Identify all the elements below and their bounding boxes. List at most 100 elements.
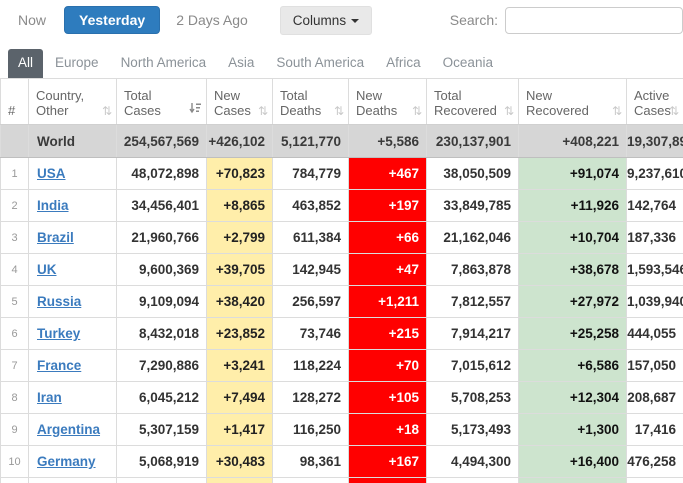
cell-active-cases: 476,258 [627, 446, 683, 478]
cell-new-deaths: +467 [349, 158, 427, 190]
cell-total-recovered: 21,162,046 [427, 222, 519, 254]
tab-africa[interactable]: Africa [376, 49, 431, 78]
cell-new-deaths: +105 [349, 382, 427, 414]
search-group: Search: [450, 7, 683, 34]
table-row-india: 2India34,456,401+8,865463,852+19733,849,… [1, 190, 683, 222]
cell-new-recovered: +27,972 [519, 286, 627, 318]
two-days-ago-button[interactable]: 2 Days Ago [176, 12, 248, 28]
sort-toggle-icon: ⇅ [612, 104, 622, 118]
country-link[interactable]: Argentina [37, 422, 100, 437]
cell-new-deaths: +18 [349, 414, 427, 446]
cell-rank: 7 [1, 350, 29, 382]
cell-total-recovered: 4,494,300 [427, 446, 519, 478]
cell-country: Argentina [29, 414, 117, 446]
country-link[interactable]: Iran [37, 390, 62, 405]
columns-dropdown-button[interactable]: Columns [280, 6, 372, 35]
search-input[interactable] [505, 7, 683, 34]
cell-new-cases: +23,852 [207, 318, 273, 350]
table-header: #Country,Other⇅TotalCasesNewCases⇅TotalD… [1, 79, 683, 125]
cell-active-cases: 1,593,546 [627, 254, 683, 286]
cell-new-recovered: +91,074 [519, 158, 627, 190]
cell-total-deaths: 784,779 [273, 158, 349, 190]
world-cell-total-recovered: 230,137,901 [427, 125, 519, 158]
table-row-brazil: 3Brazil21,960,766+2,799611,384+6621,162,… [1, 222, 683, 254]
col-header-country[interactable]: Country,Other⇅ [29, 79, 117, 125]
cell-total-deaths: 73,746 [273, 318, 349, 350]
cell-rank: 2 [1, 190, 29, 222]
header-row: #Country,Other⇅TotalCasesNewCases⇅TotalD… [1, 79, 683, 125]
partial-cell [273, 478, 349, 483]
cell-total-recovered: 7,914,217 [427, 318, 519, 350]
cell-active-cases: 157,050 [627, 350, 683, 382]
cell-new-deaths: +167 [349, 446, 427, 478]
cell-rank: 1 [1, 158, 29, 190]
cell-total-recovered: 38,050,509 [427, 158, 519, 190]
col-header-total-deaths[interactable]: TotalDeaths⇅ [273, 79, 349, 125]
cell-rank: 9 [1, 414, 29, 446]
cell-rank: 6 [1, 318, 29, 350]
cell-total-deaths: 611,384 [273, 222, 349, 254]
tab-europe[interactable]: Europe [45, 49, 109, 78]
partial-cell [627, 478, 683, 483]
world-cell-rank [1, 125, 29, 158]
cell-rank: 8 [1, 382, 29, 414]
country-link[interactable]: Germany [37, 454, 96, 469]
cell-total-cases: 9,109,094 [117, 286, 207, 318]
cell-new-recovered: +10,704 [519, 222, 627, 254]
yesterday-button[interactable]: Yesterday [64, 6, 160, 34]
cell-total-deaths: 98,361 [273, 446, 349, 478]
cell-total-deaths: 118,224 [273, 350, 349, 382]
world-cell-total-cases: 254,567,569 [117, 125, 207, 158]
partial-row [1, 478, 683, 483]
country-link[interactable]: USA [37, 166, 66, 181]
world-cell-new-cases: +426,102 [207, 125, 273, 158]
col-header-active-cases[interactable]: ActiveCases⇅ [627, 79, 683, 125]
tab-asia[interactable]: Asia [218, 49, 264, 78]
country-link[interactable]: France [37, 358, 81, 373]
cell-rank: 10 [1, 446, 29, 478]
cell-country: India [29, 190, 117, 222]
cell-total-cases: 48,072,898 [117, 158, 207, 190]
cell-new-recovered: +11,926 [519, 190, 627, 222]
country-link[interactable]: Turkey [37, 326, 80, 341]
sort-toggle-icon: ⇅ [504, 104, 514, 118]
tab-all[interactable]: All [8, 49, 43, 78]
cell-total-recovered: 5,708,253 [427, 382, 519, 414]
table-row-russia: 5Russia9,109,094+38,420256,597+1,2117,81… [1, 286, 683, 318]
cell-new-deaths: +215 [349, 318, 427, 350]
cell-country: Brazil [29, 222, 117, 254]
tab-north-america[interactable]: North America [111, 49, 217, 78]
table-row-uk: 4UK9,600,369+39,705142,945+477,863,878+3… [1, 254, 683, 286]
covid-table: #Country,Other⇅TotalCasesNewCases⇅TotalD… [0, 78, 683, 483]
sort-toggle-icon: ⇅ [102, 104, 112, 118]
toolbar: Now Yesterday 2 Days Ago Columns Search: [0, 0, 683, 40]
cell-country: USA [29, 158, 117, 190]
table-row-germany: 10Germany5,068,919+30,48398,361+1674,494… [1, 446, 683, 478]
cell-rank: 3 [1, 222, 29, 254]
col-header-total-recovered[interactable]: TotalRecovered⇅ [427, 79, 519, 125]
cell-new-deaths: +1,211 [349, 286, 427, 318]
partial-cell [29, 478, 117, 483]
col-header-new-cases[interactable]: NewCases⇅ [207, 79, 273, 125]
cell-rank: 4 [1, 254, 29, 286]
cell-new-cases: +3,241 [207, 350, 273, 382]
cell-active-cases: 17,416 [627, 414, 683, 446]
columns-label: Columns [293, 13, 346, 28]
col-header-new-deaths[interactable]: NewDeaths⇅ [349, 79, 427, 125]
country-link[interactable]: India [37, 198, 69, 213]
cell-new-recovered: +25,258 [519, 318, 627, 350]
cell-total-deaths: 128,272 [273, 382, 349, 414]
country-link[interactable]: UK [37, 262, 57, 277]
cell-active-cases: 9,237,610 [627, 158, 683, 190]
country-link[interactable]: Brazil [37, 230, 74, 245]
now-button[interactable]: Now [18, 12, 46, 28]
col-header-total-cases[interactable]: TotalCases [117, 79, 207, 125]
table-row-argentina: 9Argentina5,307,159+1,417116,250+185,173… [1, 414, 683, 446]
country-link[interactable]: Russia [37, 294, 81, 309]
partial-cell [519, 478, 627, 483]
col-header-new-recovered[interactable]: NewRecovered⇅ [519, 79, 627, 125]
cell-total-cases: 21,960,766 [117, 222, 207, 254]
tab-oceania[interactable]: Oceania [433, 49, 503, 78]
cell-active-cases: 187,336 [627, 222, 683, 254]
tab-south-america[interactable]: South America [266, 49, 374, 78]
